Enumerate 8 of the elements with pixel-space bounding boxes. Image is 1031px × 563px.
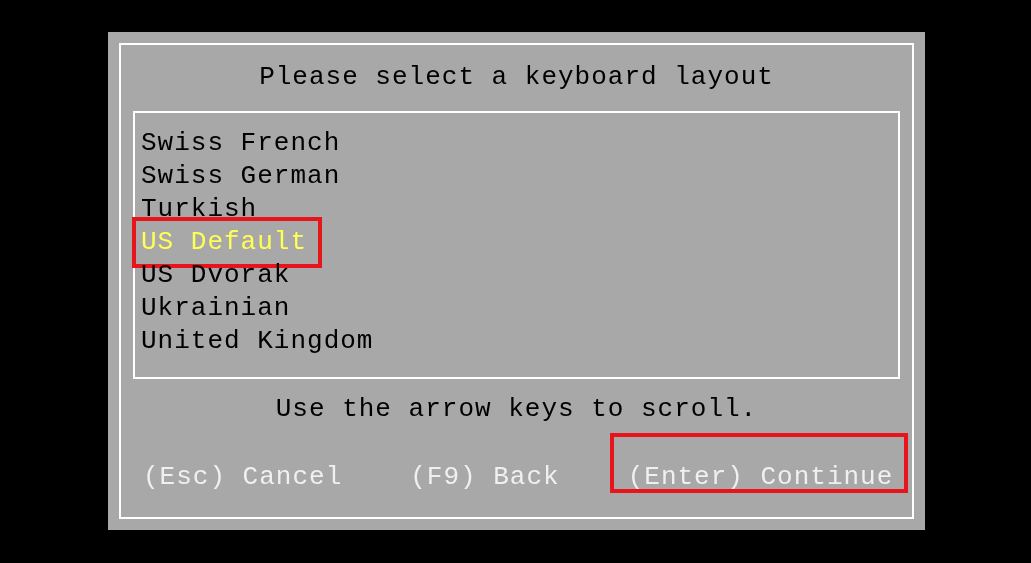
layout-item[interactable]: Swiss German [141,160,341,193]
layout-item[interactable]: Ukrainian [141,292,291,325]
layout-item[interactable]: US Dvorak [141,259,291,292]
scroll-hint: Use the arrow keys to scroll. [275,393,758,426]
layout-item[interactable]: United Kingdom [141,325,374,358]
dialog-title: Please select a keyboard layout [259,61,774,94]
layout-item[interactable]: Turkish [141,193,258,226]
layout-item[interactable]: Swiss French [141,127,341,160]
